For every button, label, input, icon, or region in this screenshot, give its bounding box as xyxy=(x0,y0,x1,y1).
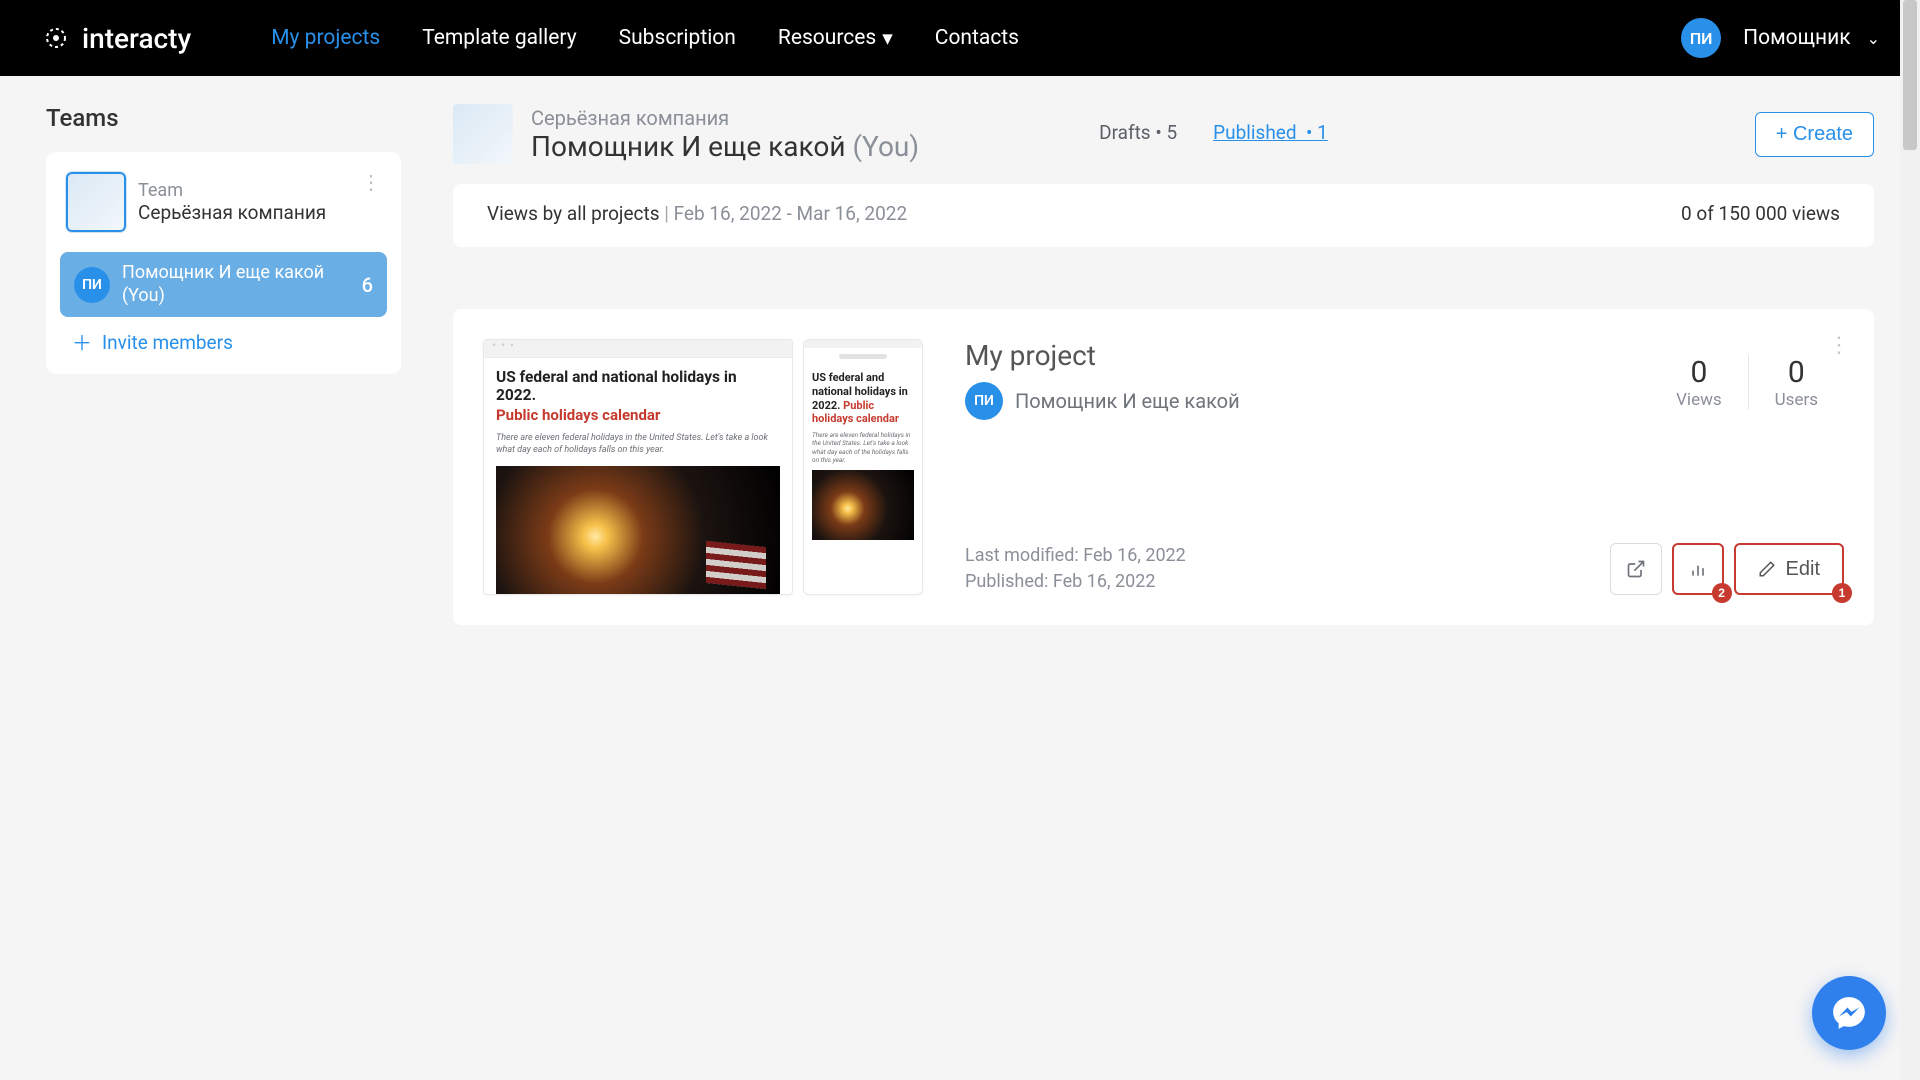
messenger-icon xyxy=(1830,994,1868,1032)
owner-name: Помощник И еще какой xyxy=(1015,389,1240,413)
team-name: Серьёзная компания xyxy=(138,201,326,224)
owner-avatar: ПИ xyxy=(965,382,1003,420)
project-actions: 2 Edit 1 xyxy=(1610,543,1844,595)
preview-mobile: US federal and national holidays in 2022… xyxy=(803,339,923,595)
external-link-icon xyxy=(1626,559,1646,579)
teams-card: Team Серьёзная компания ⋮ ПИ Помощник И … xyxy=(46,152,401,374)
sidebar-title: Teams xyxy=(46,104,401,132)
invite-members[interactable]: ＋ Invite members xyxy=(60,317,387,360)
preview-desktop: US federal and national holidays in 2022… xyxy=(483,339,793,595)
views-label: Views by all projects xyxy=(487,202,660,225)
drafts-filter[interactable]: Drafts • 5 xyxy=(1099,121,1177,144)
member-count: 6 xyxy=(362,273,373,297)
bar-chart-icon xyxy=(1688,559,1708,579)
chat-fab[interactable] xyxy=(1812,976,1886,1050)
views-count: 0 of 150 000 views xyxy=(1681,202,1840,225)
nav-template-gallery[interactable]: Template gallery xyxy=(422,26,576,51)
brand-logo[interactable]: interacty xyxy=(40,22,191,55)
views-summary: Views by all projects | Feb 16, 2022 - M… xyxy=(453,184,1874,247)
pencil-icon xyxy=(1758,560,1776,578)
chevron-down-icon: ⌄ xyxy=(1867,29,1880,48)
workspace-company: Серьёзная компания xyxy=(531,106,919,130)
caret-down-icon: ▾ xyxy=(882,26,893,51)
preview-hero-image xyxy=(496,466,780,594)
project-card: ⋮ US federal and national holidays in 20… xyxy=(453,309,1874,625)
project-preview[interactable]: US federal and national holidays in 2022… xyxy=(483,339,923,595)
top-nav: interacty My projects Template gallery S… xyxy=(0,0,1920,76)
create-button[interactable]: + Create xyxy=(1755,112,1874,157)
sidebar: Teams Team Серьёзная компания ⋮ ПИ Помощ… xyxy=(46,104,401,625)
workspace-header: Серьёзная компания Помощник И еще какой … xyxy=(453,104,1874,164)
plus-icon: ＋ xyxy=(72,333,92,353)
workspace-thumbnail xyxy=(453,104,513,164)
nav-my-projects[interactable]: My projects xyxy=(271,26,380,51)
team-label: Team xyxy=(138,180,326,201)
published-filter[interactable]: Published • 1 xyxy=(1213,121,1328,144)
annotation-badge-2: 2 xyxy=(1712,583,1732,603)
annotation-badge-1: 1 xyxy=(1832,583,1852,603)
workspace-name: Помощник И еще какой (You) xyxy=(531,130,919,163)
member-avatar: ПИ xyxy=(74,267,110,303)
team-thumbnail xyxy=(66,172,126,232)
edit-button[interactable]: Edit 1 xyxy=(1734,543,1844,595)
nav-user[interactable]: ПИ Помощник ⌄ xyxy=(1681,18,1880,58)
analytics-button[interactable]: 2 xyxy=(1672,543,1724,595)
invite-label: Invite members xyxy=(102,331,233,354)
preview-mobile-hero xyxy=(812,470,914,540)
member-item-self[interactable]: ПИ Помощник И еще какой (You) 6 xyxy=(60,252,387,317)
nav-resources[interactable]: Resources▾ xyxy=(778,26,893,51)
project-stats: 0 Views 0 Users xyxy=(1650,355,1844,410)
nav-subscription[interactable]: Subscription xyxy=(619,26,736,51)
nav-links: My projects Template gallery Subscriptio… xyxy=(271,26,1681,51)
team-menu-icon[interactable]: ⋮ xyxy=(361,170,383,194)
user-name: Помощник xyxy=(1743,26,1850,50)
stat-users: 0 Users xyxy=(1748,355,1844,410)
brand-icon xyxy=(40,22,72,54)
open-external-button[interactable] xyxy=(1610,543,1662,595)
nav-contacts[interactable]: Contacts xyxy=(935,26,1019,51)
main: Серьёзная компания Помощник И еще какой … xyxy=(453,104,1874,625)
team-item[interactable]: Team Серьёзная компания ⋮ xyxy=(60,166,387,246)
scroll-thumb[interactable] xyxy=(1903,0,1917,150)
stat-views: 0 Views xyxy=(1650,355,1748,410)
workspace-filters: Drafts • 5 Published • 1 xyxy=(1099,121,1328,148)
scrollbar[interactable] xyxy=(1900,0,1920,1080)
views-range: Feb 16, 2022 - Mar 16, 2022 xyxy=(674,202,908,225)
brand-text: interacty xyxy=(82,22,191,55)
member-name: Помощник И еще какой (You) xyxy=(122,262,362,307)
user-avatar: ПИ xyxy=(1681,18,1721,58)
